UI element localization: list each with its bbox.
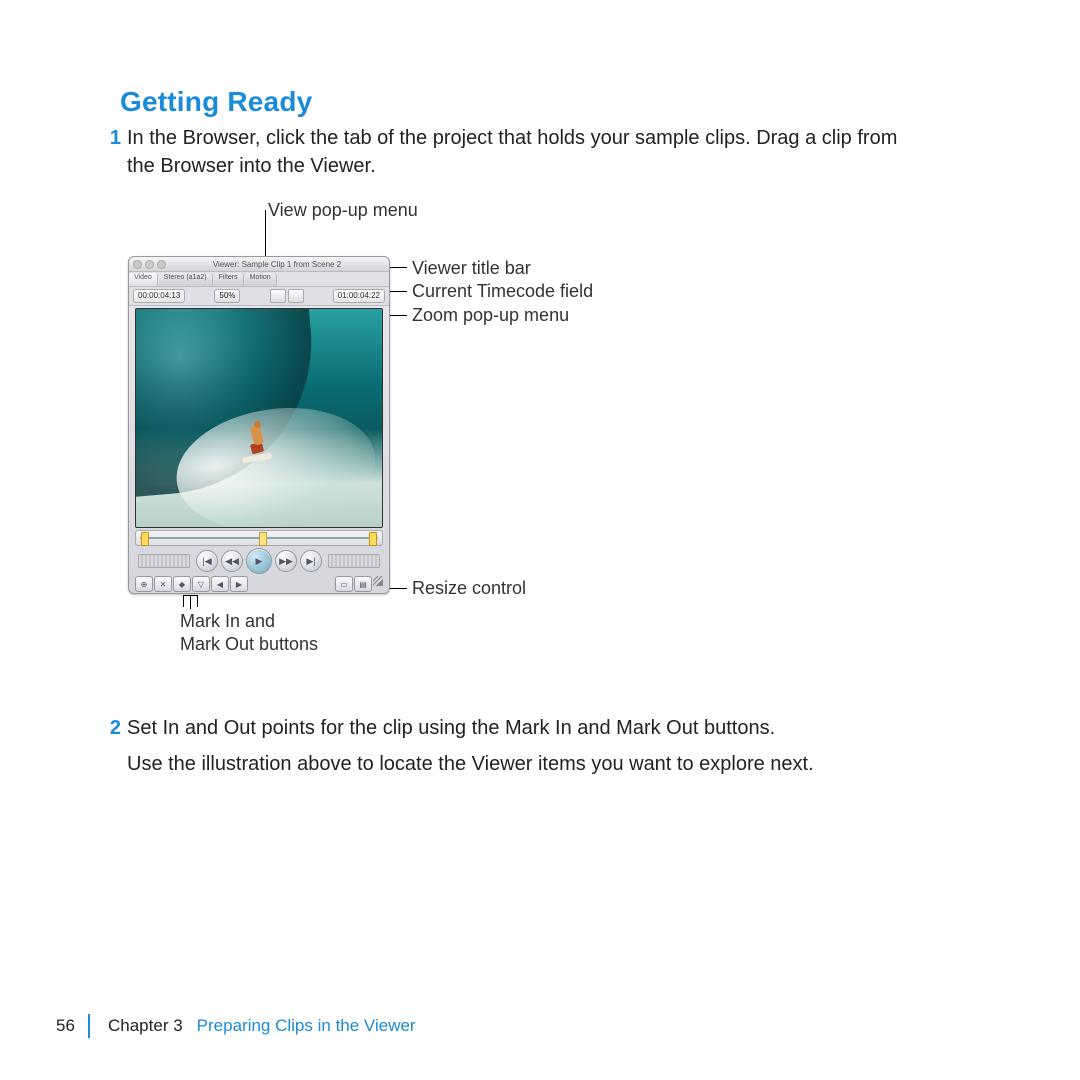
followup-text: Use the illustration above to locate the… [127,753,814,776]
recent-clips-button[interactable]: ▭ [335,576,353,592]
video-canvas [135,308,383,528]
tab-filters[interactable]: Filters [214,273,244,286]
tab-motion[interactable]: Motion [245,273,277,286]
callout-resize: Resize control [412,578,526,599]
match-frame-button[interactable]: ⊕ [135,576,153,592]
viewer-figure: View pop-up menu Viewer title bar Curren… [128,200,868,640]
step-1-line1: In the Browser, click the tab of the pro… [127,127,897,149]
step-number: 1 [103,124,121,152]
callout-view-popup: View pop-up menu [268,200,418,221]
play-button[interactable]: ▶ [246,548,272,574]
jog-control[interactable] [328,554,380,568]
add-marker-button[interactable]: ▽ [192,576,210,592]
step-back-button[interactable]: ◀◀ [221,550,243,572]
zoom-popup-menu[interactable]: 50% [214,289,240,303]
footer-title: Preparing Clips in the Viewer [197,1016,416,1036]
in-point-marker[interactable] [141,532,149,546]
viewer-title-bar: Viewer: Sample Clip 1 from Scene 2 [129,257,389,272]
callout-mark-in-out: Mark In and Mark Out buttons [180,610,340,657]
tab-video[interactable]: Video [129,273,158,286]
transport-controls: |◀ ◀◀ ▶ ▶▶ ▶| [135,549,383,573]
step-2: 2 Set In and Out points for the clip usin… [103,714,973,742]
playhead[interactable] [259,532,267,546]
surfer-image [244,421,268,461]
mark-out-button[interactable]: ▶ [230,576,248,592]
view-popup-menu[interactable] [270,289,286,303]
callout-current-tc: Current Timecode field [412,281,593,302]
add-keyframe-button[interactable]: ◆ [173,576,191,592]
viewer-window: Viewer: Sample Clip 1 from Scene 2 Video… [128,256,390,594]
generator-popup-button[interactable]: ▤ [354,576,372,592]
mark-in-button[interactable]: ◀ [211,576,229,592]
mark-clip-button[interactable]: ✕ [154,576,172,592]
scrubber-bar[interactable] [135,530,383,546]
current-timecode-field[interactable]: 00:00:04:13 [133,289,185,303]
out-point-marker[interactable] [369,532,377,546]
step-number: 2 [103,714,121,742]
page-number: 56 [56,1014,75,1038]
section-heading: Getting Ready [120,86,312,118]
footer: Chapter 3 Preparing Clips in the Viewer [88,1014,416,1038]
step-1-line2: the Browser into the Viewer. [103,152,973,180]
source-timecode-field[interactable]: 01:00:04:22 [333,289,385,303]
shuttle-control[interactable] [138,554,190,568]
viewer-top-row: 00:00:04:13 50% 01:00:04:22 [129,287,389,306]
layout-popup-menu[interactable] [288,289,304,303]
viewer-bottom-row: ⊕ ✕ ◆ ▽ ◀ ▶ ▭ ▤ [135,575,383,593]
footer-chapter: Chapter 3 [108,1016,183,1036]
viewer-title: Viewer: Sample Clip 1 from Scene 2 [169,260,385,269]
step-1: 1 In the Browser, click the tab of the pr… [103,124,973,180]
close-icon[interactable] [133,260,142,269]
minimize-icon[interactable] [145,260,154,269]
callout-zoom-popup: Zoom pop-up menu [412,305,569,326]
tab-stereo[interactable]: Stereo (a1a2) [159,273,213,286]
go-to-start-button[interactable]: |◀ [196,550,218,572]
step-forward-button[interactable]: ▶▶ [275,550,297,572]
viewer-tabs: Video Stereo (a1a2) Filters Motion [129,272,389,287]
step-2-text: Set In and Out points for the clip using… [127,717,775,739]
go-to-end-button[interactable]: ▶| [300,550,322,572]
zoom-window-icon[interactable] [157,260,166,269]
resize-control[interactable] [373,576,383,586]
callout-title-bar: Viewer title bar [412,258,531,279]
